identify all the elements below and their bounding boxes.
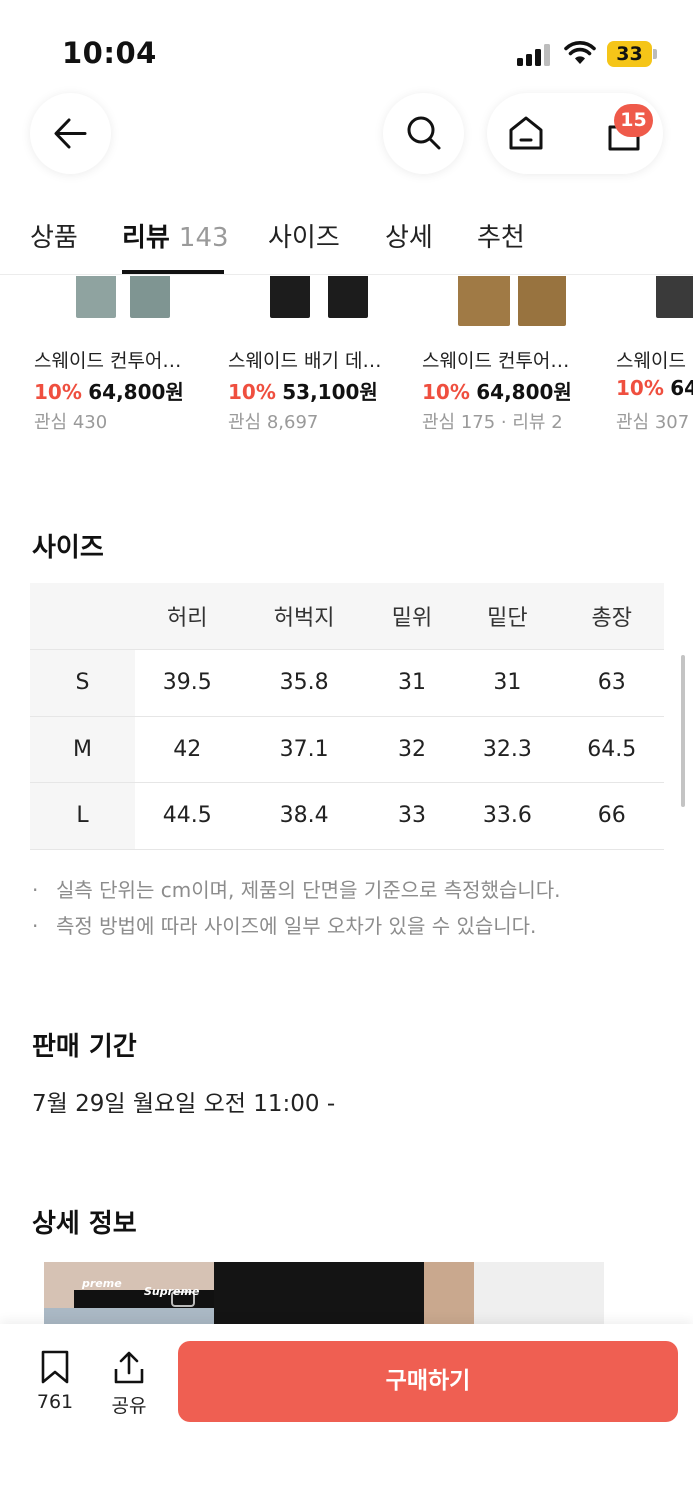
share-icon: [114, 1351, 144, 1384]
product-thumbnail: [422, 276, 592, 328]
product-meta: 관심 430: [34, 412, 108, 433]
back-button[interactable]: [30, 93, 111, 174]
tab-review-label: 리뷰: [122, 223, 170, 253]
sale-period-title: 판매 기간: [32, 1032, 137, 1062]
bookmark-count: 761: [36, 1391, 74, 1413]
bookmark-button[interactable]: 761: [28, 1349, 82, 1413]
detail-image: preme Supreme: [44, 1262, 604, 1324]
cellular-signal-icon: [517, 44, 551, 66]
table-cell: 33.6: [455, 782, 560, 850]
battery-level: 33: [607, 41, 652, 67]
size-table: 허리 허벅지 밑위 밑단 총장 S 39.5 35.8 31 31 63 M 4…: [30, 583, 664, 850]
sale-period-value: 7월 29일 월요일 오전 11:00 -: [32, 1091, 336, 1117]
table-row: S 39.5 35.8 31 31 63: [30, 649, 664, 717]
product-thumbnail: [34, 276, 204, 328]
tab-product[interactable]: 상품: [30, 217, 78, 254]
product-meta: 관심 8,697: [228, 412, 319, 433]
table-cell: 32: [368, 716, 456, 783]
detail-image-text: preme: [81, 1277, 122, 1290]
table-cell: 39.5: [135, 649, 240, 717]
column-header: 밑위: [368, 583, 456, 650]
product-name: 스웨이드 컨투어…: [34, 350, 182, 372]
scrollbar[interactable]: [681, 655, 685, 807]
row-size-label: M: [30, 716, 135, 783]
table-cell: 42: [135, 716, 240, 783]
tab-active-indicator: [122, 270, 224, 274]
product-name: 스웨이드 컨투어…: [422, 350, 570, 372]
tab-review[interactable]: 리뷰 143: [122, 217, 229, 254]
detail-image-text: Supreme: [144, 1285, 200, 1298]
product-meta: 관심 175 · 리뷰 2: [422, 412, 563, 433]
table-cell: 32.3: [455, 716, 560, 783]
share-label: 공유: [111, 1395, 147, 1417]
detail-section-title: 상세 정보: [32, 1209, 137, 1239]
tab-recommend[interactable]: 추천: [477, 217, 525, 254]
table-cell: 35.8: [239, 649, 369, 717]
table-cell: 66: [559, 782, 664, 850]
size-note: · 실측 단위는 cm이며, 제품의 단면을 기준으로 측정했습니다.: [32, 878, 561, 902]
table-cell: 63: [559, 649, 664, 717]
home-icon[interactable]: [507, 114, 545, 152]
product-name: 스웨이드: [616, 350, 686, 372]
table-cell: 31: [368, 649, 456, 717]
product-thumbnail: [616, 276, 693, 328]
share-button[interactable]: 공유: [102, 1349, 156, 1418]
product-name: 스웨이드 배기 데…: [228, 350, 382, 372]
column-header: 허벅지: [239, 583, 369, 650]
table-cell: 33: [368, 782, 456, 850]
row-size-label: S: [30, 649, 135, 717]
tab-bar: 상품 리뷰 143 사이즈 상세 추천: [0, 205, 693, 275]
size-notes: · 실측 단위는 cm이며, 제품의 단면을 기준으로 측정했습니다. · 측정 방…: [32, 872, 672, 944]
bookmark-icon: [41, 1350, 69, 1384]
table-cell: 44.5: [135, 782, 240, 850]
size-table-corner: [30, 583, 135, 650]
cart-count-badge: 15: [614, 104, 653, 137]
table-cell: 31: [455, 649, 560, 717]
product-price: 10% 64,800원: [34, 380, 184, 404]
column-header: 총장: [559, 583, 664, 650]
size-table-header-row: 허리 허벅지 밑위 밑단 총장: [30, 583, 664, 650]
column-header: 밑단: [455, 583, 560, 650]
product-meta: 관심 307: [616, 412, 690, 433]
tab-detail[interactable]: 상세: [385, 217, 433, 254]
search-button[interactable]: [383, 93, 464, 174]
tab-size[interactable]: 사이즈: [268, 217, 340, 254]
search-icon: [407, 116, 441, 150]
product-price: 10% 53,100원: [228, 380, 378, 404]
status-time: 10:04: [62, 36, 157, 70]
table-row: L 44.5 38.4 33 33.6 66: [30, 782, 664, 850]
size-section-title: 사이즈: [32, 533, 104, 563]
row-size-label: L: [30, 782, 135, 850]
product-thumbnail: [228, 276, 398, 328]
status-bar: 10:04 33: [0, 0, 693, 88]
table-row: M 42 37.1 32 32.3 64.5: [30, 716, 664, 783]
table-cell: 37.1: [239, 716, 369, 783]
arrow-left-icon: [54, 118, 87, 149]
size-note: · 측정 방법에 따라 사이즈에 일부 오차가 있을 수 있습니다.: [32, 914, 537, 938]
buy-button[interactable]: 구매하기: [178, 1341, 678, 1422]
column-header: 허리: [135, 583, 240, 650]
tab-review-count: 143: [178, 223, 229, 253]
product-price: 10% 64,800원: [422, 380, 572, 404]
product-price: 10% 64: [616, 376, 693, 400]
table-cell: 64.5: [559, 716, 664, 783]
table-cell: 38.4: [239, 782, 369, 850]
detail-photo: preme Supreme: [44, 1262, 604, 1324]
wifi-icon: [564, 41, 596, 64]
battery-icon: 33: [607, 41, 657, 67]
